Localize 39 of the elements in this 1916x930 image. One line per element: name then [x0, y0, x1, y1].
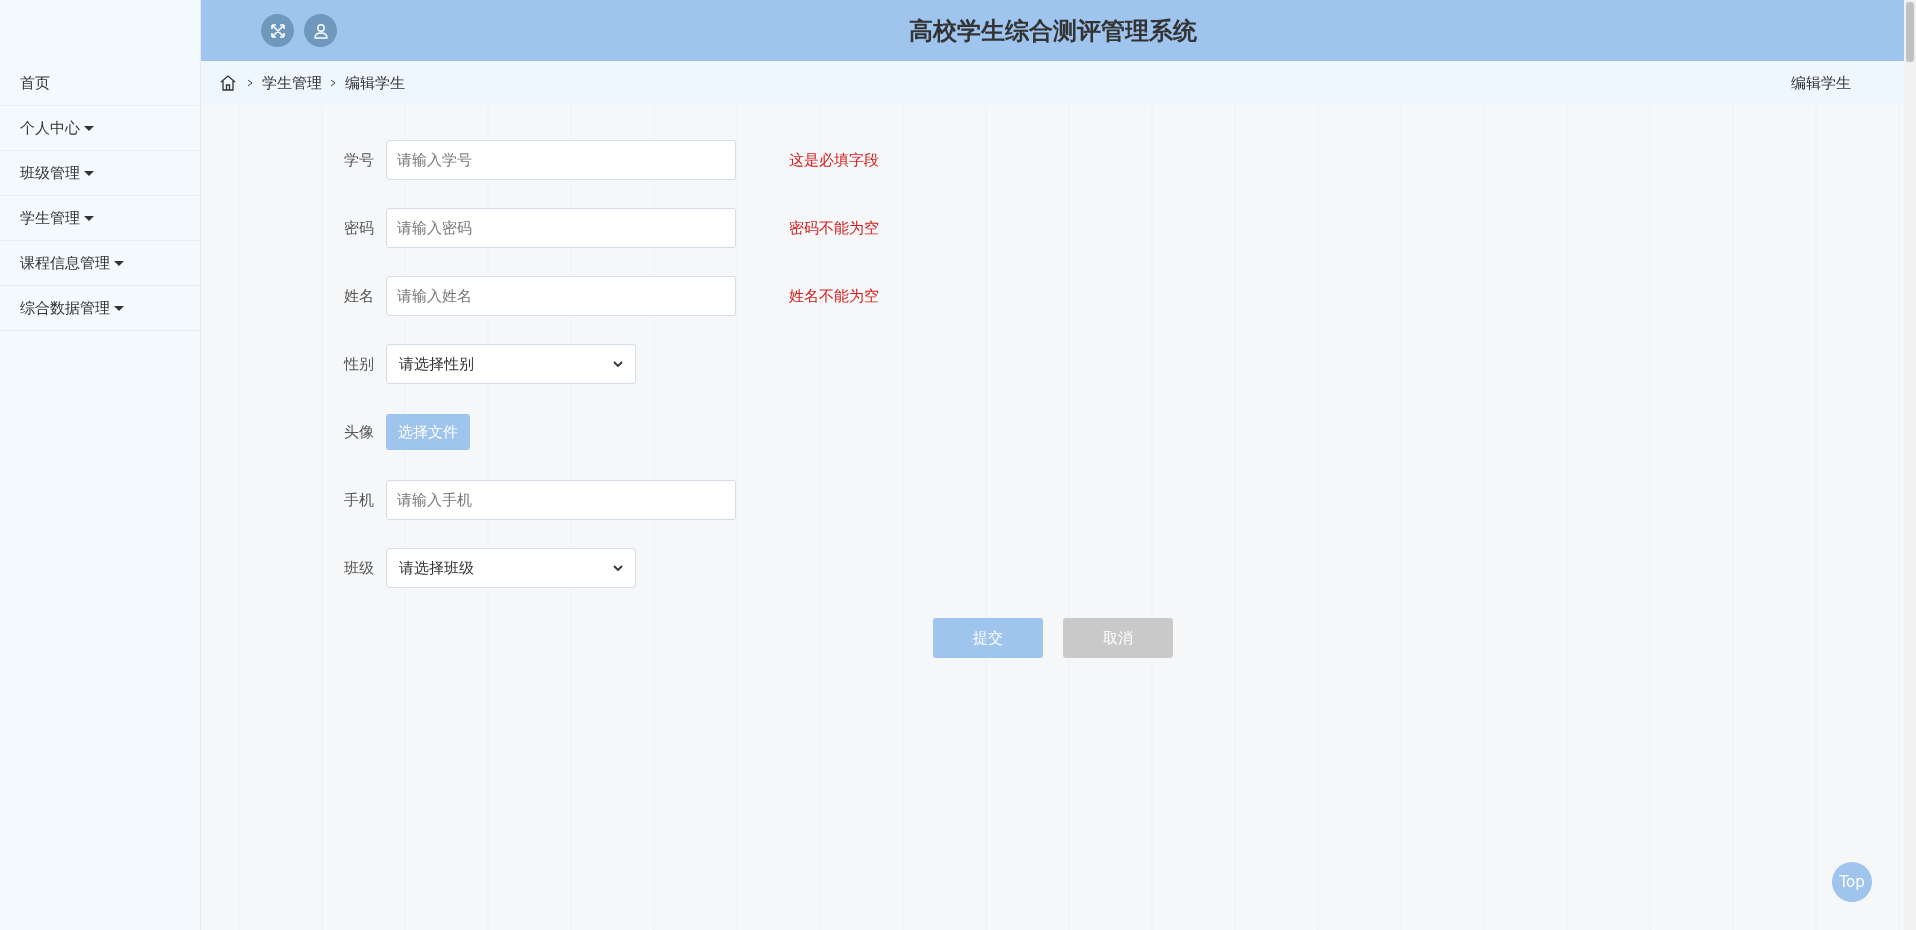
chevron-down-icon — [613, 360, 623, 368]
field-label: 密码 — [344, 218, 375, 238]
user-icon[interactable] — [304, 14, 337, 47]
breadcrumb-link[interactable]: 学生管理 — [262, 73, 322, 93]
scrollbar[interactable] — [1904, 0, 1916, 930]
sidebar-item[interactable]: 首页 — [0, 61, 200, 106]
chevron-icon — [330, 79, 337, 87]
caret-icon — [84, 125, 94, 131]
error-message: 姓名不能为空 — [789, 286, 879, 306]
input-field[interactable]: 请输入学号 — [386, 140, 736, 180]
field-label: 头像 — [344, 422, 375, 442]
select-dropdown[interactable]: 请选择性别 — [386, 344, 636, 384]
caret-icon — [84, 215, 94, 221]
fullscreen-icon[interactable] — [261, 14, 294, 47]
chevron-icon — [247, 79, 254, 87]
caret-icon — [114, 260, 124, 266]
field-label: 性别 — [344, 354, 375, 374]
input-field[interactable]: 请输入密码 — [386, 208, 736, 248]
select-dropdown[interactable]: 请选择班级 — [386, 548, 636, 588]
input-field[interactable]: 请输入手机 — [386, 480, 736, 520]
field-label: 班级 — [344, 558, 375, 578]
field-label: 手机 — [344, 490, 375, 510]
error-message: 这是必填字段 — [789, 150, 879, 170]
breadcrumb-link[interactable]: 编辑学生 — [345, 73, 405, 93]
caret-icon — [114, 305, 124, 311]
app-title: 高校学生综合测评管理系统 — [908, 15, 1197, 47]
home-icon[interactable] — [219, 74, 237, 92]
field-label: 姓名 — [344, 286, 375, 306]
sidebar-item[interactable]: 学生管理 — [0, 196, 200, 241]
page-title: 编辑学生 — [1791, 73, 1851, 93]
field-label: 学号 — [344, 150, 375, 170]
chevron-down-icon — [613, 564, 623, 572]
sidebar-item[interactable]: 课程信息管理 — [0, 241, 200, 286]
caret-icon — [84, 170, 94, 176]
sidebar-item[interactable]: 班级管理 — [0, 151, 200, 196]
sidebar-item[interactable]: 综合数据管理 — [0, 286, 200, 331]
sidebar-item[interactable]: 个人中心 — [0, 106, 200, 151]
input-field[interactable]: 请输入姓名 — [386, 276, 736, 316]
error-message: 密码不能为空 — [789, 218, 879, 238]
